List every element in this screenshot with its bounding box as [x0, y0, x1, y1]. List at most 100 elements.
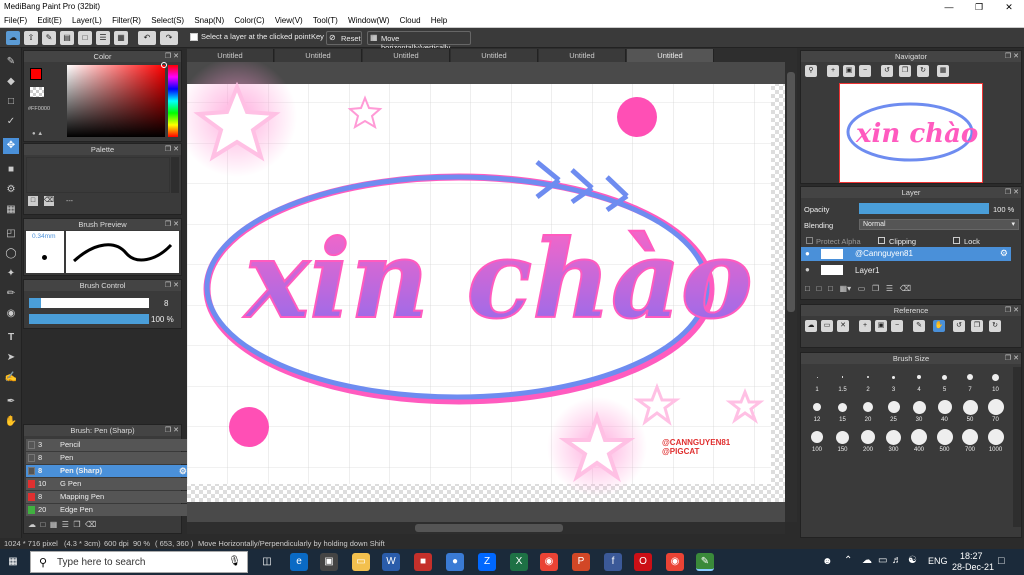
- brush-size-option[interactable]: 500: [933, 429, 957, 453]
- powerpoint-icon[interactable]: P: [572, 553, 590, 571]
- opacity-slider[interactable]: [859, 203, 989, 214]
- chrome-icon[interactable]: ◉: [666, 553, 684, 571]
- brush-size-option[interactable]: 20: [856, 399, 880, 423]
- layer-row[interactable]: ● Layer1: [801, 263, 1011, 277]
- reference-rotate-icon[interactable]: ↺: [953, 320, 965, 332]
- rotate-icon[interactable]: ↺: [881, 65, 893, 77]
- new-halftone-layer-icon[interactable]: □: [817, 284, 822, 293]
- undo-icon[interactable]: ↶: [138, 31, 156, 45]
- brush-size-option[interactable]: 3: [882, 369, 906, 393]
- reference-fit-icon[interactable]: ▣: [875, 320, 887, 332]
- brush-size-option[interactable]: 70: [984, 399, 1008, 423]
- brush-size-option[interactable]: 12: [805, 399, 829, 423]
- fit-icon[interactable]: ▣: [843, 65, 855, 77]
- search-box[interactable]: ⚲ Type here to search 🎙: [30, 551, 248, 573]
- language-indicator[interactable]: ENG: [928, 556, 948, 566]
- delete-palette-icon[interactable]: ⌫: [44, 196, 54, 206]
- tab-untitled[interactable]: Untitled: [539, 49, 626, 62]
- menu-filter[interactable]: Filter(R): [108, 14, 145, 25]
- move-tool-icon[interactable]: ✥: [3, 138, 19, 154]
- shape-tool-icon[interactable]: □: [3, 94, 19, 110]
- new-layer-icon[interactable]: □: [805, 284, 810, 293]
- people-icon[interactable]: ☻: [822, 556, 833, 567]
- menu-file[interactable]: File(F): [0, 14, 31, 25]
- windows-start-icon[interactable]: ▦: [4, 553, 22, 571]
- list-icon[interactable]: ☰: [96, 31, 110, 45]
- zoom-out-icon[interactable]: −: [859, 65, 871, 77]
- gradient-tool-icon[interactable]: ▦: [3, 202, 19, 218]
- panel-close-icon[interactable]: ❐ ✕: [165, 425, 179, 436]
- blending-select[interactable]: Normal ▾: [859, 219, 1019, 230]
- close-icon[interactable]: ✕: [995, 0, 1023, 14]
- brush-size-option[interactable]: 400: [907, 429, 931, 453]
- notification-icon[interactable]: □: [998, 555, 1005, 567]
- volume-icon[interactable]: ♬: [892, 555, 902, 566]
- brush-opacity-slider[interactable]: [29, 314, 149, 324]
- minimize-icon[interactable]: —: [935, 0, 963, 14]
- check-tool-icon[interactable]: ✓: [3, 114, 19, 130]
- brush-size-option[interactable]: 30: [907, 399, 931, 423]
- eyedropper-tool-icon[interactable]: ✍: [3, 370, 19, 386]
- menu-tool[interactable]: Tool(T): [309, 14, 342, 25]
- word-icon[interactable]: W: [382, 553, 400, 571]
- brush-size-option[interactable]: 15: [831, 399, 855, 423]
- menu-color[interactable]: Color(C): [230, 14, 268, 25]
- chrome-icon[interactable]: ◉: [540, 553, 558, 571]
- brush-item-active[interactable]: 8 Pen (Sharp) ⚙: [26, 465, 190, 477]
- eye-icon[interactable]: ●: [805, 249, 810, 258]
- brush-size-option[interactable]: 150: [831, 429, 855, 453]
- menu-snap[interactable]: Snap(N): [190, 14, 228, 25]
- menu-help[interactable]: Help: [427, 14, 451, 25]
- select-tool-icon[interactable]: ◰: [3, 226, 19, 242]
- reference-hand-icon[interactable]: ✋: [933, 320, 945, 332]
- brush-size-scrollbar[interactable]: [1013, 367, 1021, 527]
- text-tool-icon[interactable]: T: [3, 330, 19, 346]
- store-icon[interactable]: ▣: [320, 553, 338, 571]
- duplicate-layer-icon[interactable]: ❐: [872, 284, 879, 293]
- menu-edit[interactable]: Edit(E): [33, 14, 65, 25]
- reference-open-icon[interactable]: ▭: [821, 320, 833, 332]
- brush-tool-icon[interactable]: ✎: [3, 54, 19, 70]
- brush-item[interactable]: 8 Mapping Pen: [26, 491, 190, 503]
- reference-zoom-in-icon[interactable]: +: [859, 320, 871, 332]
- new-brush-icon[interactable]: □: [40, 520, 45, 529]
- task-view-icon[interactable]: ◫: [258, 553, 276, 571]
- reference-actual-icon[interactable]: ❐: [971, 320, 983, 332]
- brush-size-slider[interactable]: [29, 298, 149, 308]
- color-mode-icon[interactable]: ● ▲: [32, 131, 43, 137]
- merge-layer-icon[interactable]: ☰: [886, 284, 893, 293]
- layer-menu-icon[interactable]: ▦▾: [840, 284, 852, 293]
- message-icon[interactable]: ▤: [60, 31, 74, 45]
- facebook-icon[interactable]: f: [604, 553, 622, 571]
- chevron-up-icon[interactable]: ⌃: [844, 555, 852, 566]
- brush-size-option[interactable]: 200: [856, 429, 880, 453]
- canvas-svg[interactable]: xin chào @CANNGUYEN81 @PIGCAT: [177, 57, 785, 522]
- brush-size-option[interactable]: 1000: [984, 429, 1008, 453]
- reference-close-icon[interactable]: ✕: [837, 320, 849, 332]
- operation-tool-icon[interactable]: ➤: [3, 350, 19, 366]
- reference-zoom-out-icon[interactable]: −: [891, 320, 903, 332]
- reference-rotate-back-icon[interactable]: ↻: [989, 320, 1001, 332]
- cloud-icon[interactable]: ☁: [6, 31, 20, 45]
- brush-size-option[interactable]: 1: [805, 369, 829, 393]
- maximize-icon[interactable]: ❐: [965, 0, 993, 14]
- brush-size-option[interactable]: 300: [882, 429, 906, 453]
- app-icon[interactable]: ■: [414, 553, 432, 571]
- opera-icon[interactable]: O: [634, 553, 652, 571]
- primary-color-swatch[interactable]: [30, 68, 42, 80]
- copy-brush-icon[interactable]: ▦: [50, 520, 58, 529]
- magic-wand-tool-icon[interactable]: ✦: [3, 266, 19, 282]
- brush-size-option[interactable]: 50: [958, 399, 982, 423]
- grid-icon[interactable]: ▦: [114, 31, 128, 45]
- brush-size-option[interactable]: 2: [856, 369, 880, 393]
- brush-size-option[interactable]: 10: [984, 369, 1008, 393]
- panel-close-icon[interactable]: ❐ ✕: [1005, 353, 1019, 364]
- add-brush-icon[interactable]: ☁: [28, 520, 36, 529]
- delete-brush-icon[interactable]: ⌫: [85, 520, 96, 529]
- brush-size-option[interactable]: 5: [933, 369, 957, 393]
- navigator-preview[interactable]: xin chào: [839, 83, 983, 183]
- protect-alpha-checkbox[interactable]: [806, 237, 813, 244]
- duplicate-brush-icon[interactable]: ❐: [73, 520, 80, 529]
- panel-close-icon[interactable]: ❐ ✕: [165, 280, 179, 291]
- folder-icon[interactable]: ▭: [858, 284, 866, 293]
